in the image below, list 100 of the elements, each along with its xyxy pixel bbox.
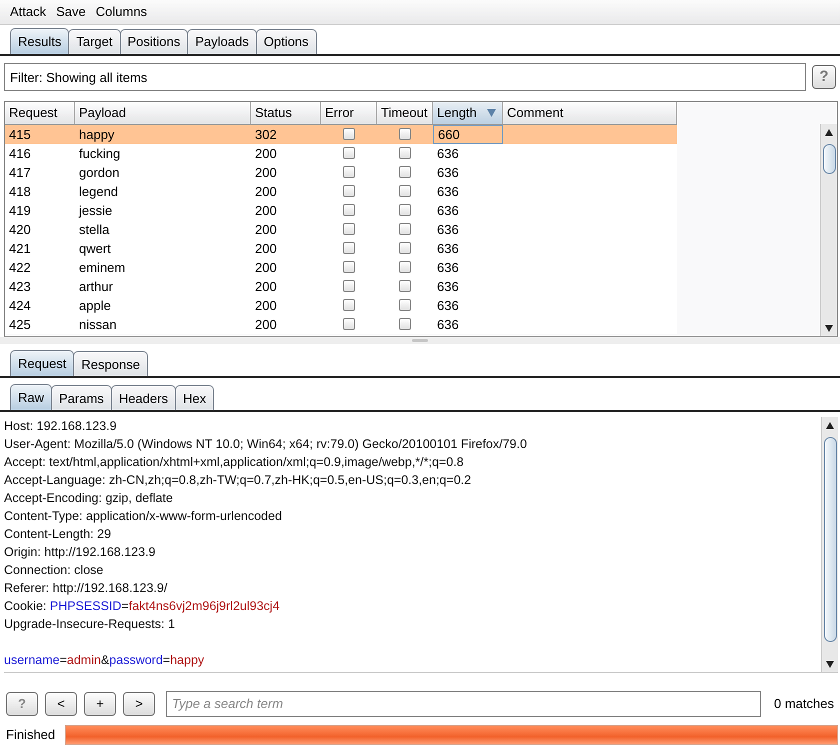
- checkbox[interactable]: [399, 166, 411, 178]
- tab[interactable]: Target: [68, 28, 120, 54]
- checkbox[interactable]: [399, 223, 411, 236]
- request-text: User-Agent: Mozilla/5.0 (Windows NT 10.0; Win64; x64; rv:79.0) Gecko/20100101 Firefox/79.0: [4, 437, 527, 452]
- table-row[interactable]: 422 eminem 200 636: [5, 258, 677, 277]
- toolbar-button[interactable]: >: [123, 692, 155, 716]
- table-cell-text: jessie: [78, 202, 114, 220]
- help-button[interactable]: ?: [812, 64, 836, 89]
- tab[interactable]: Payloads: [187, 28, 257, 54]
- table-cell-text: 200: [254, 240, 278, 258]
- checkbox[interactable]: [343, 147, 355, 160]
- table-cell-text: 418: [8, 182, 32, 201]
- scrollbar[interactable]: [821, 417, 838, 672]
- table-cell-text: 200: [254, 220, 278, 239]
- scroll-up-icon[interactable]: [825, 128, 833, 136]
- table-cell-text: fucking: [78, 144, 122, 163]
- parameter-value: happy: [170, 653, 204, 668]
- checkbox[interactable]: [399, 185, 411, 198]
- checkbox[interactable]: [343, 242, 355, 254]
- checkbox[interactable]: [399, 299, 411, 312]
- parameter-name: username: [4, 653, 60, 668]
- request-text: Content-Type: application/x-www-form-urlencoded: [4, 509, 282, 524]
- tab[interactable]: Results: [10, 28, 70, 54]
- table-row[interactable]: 420 stella 200 636: [5, 220, 677, 239]
- column-header[interactable]: Length: [433, 102, 503, 124]
- scroll-thumb[interactable]: [822, 144, 836, 174]
- tab[interactable]: Params: [51, 385, 112, 410]
- tab[interactable]: Raw: [10, 384, 52, 410]
- checkbox[interactable]: [343, 204, 355, 216]
- column-header[interactable]: Comment: [503, 102, 677, 124]
- request-text: =: [121, 599, 129, 614]
- search-field[interactable]: Type a search term: [166, 690, 762, 717]
- table-cell-text: 420: [8, 220, 32, 239]
- table-row[interactable]: 416 fucking 200 636: [5, 144, 677, 163]
- checkbox[interactable]: [343, 261, 355, 274]
- table-cell-text: happy: [78, 126, 116, 144]
- checkbox[interactable]: [343, 318, 355, 330]
- table-row[interactable]: 415 happy 302 660: [5, 124, 677, 144]
- table-cell-text: 200: [254, 164, 278, 182]
- toolbar-button[interactable]: <: [45, 692, 77, 716]
- menu-item[interactable]: Attack: [10, 4, 46, 20]
- match-count: 0 matches: [774, 696, 834, 712]
- table-row[interactable]: 425 nissan 200 636: [5, 314, 677, 334]
- tab[interactable]: Headers: [110, 385, 176, 410]
- table-row[interactable]: 418 legend 200 636: [5, 182, 677, 201]
- checkbox[interactable]: [343, 166, 355, 178]
- toolbar-button[interactable]: +: [84, 692, 116, 716]
- column-header[interactable]: Request: [5, 102, 75, 124]
- status-text: Finished: [6, 727, 56, 742]
- tab[interactable]: Response: [73, 351, 148, 376]
- table-cell-text: 200: [254, 182, 278, 201]
- table-cell-text: 302: [254, 126, 278, 144]
- checkbox[interactable]: [343, 223, 355, 236]
- scroll-thumb[interactable]: [824, 437, 836, 642]
- checkbox[interactable]: [399, 147, 411, 160]
- checkbox[interactable]: [343, 280, 355, 292]
- table-cell-text: 200: [254, 202, 278, 220]
- table-row[interactable]: 417 gordon 200 636: [5, 162, 677, 182]
- column-header[interactable]: Error: [321, 102, 377, 124]
- table-cell-text: 200: [254, 278, 278, 296]
- checkbox[interactable]: [399, 261, 411, 274]
- checkbox[interactable]: [399, 318, 411, 330]
- checkbox[interactable]: [399, 280, 411, 292]
- table-cell-text: 425: [8, 316, 32, 334]
- table-row[interactable]: 424 apple 200 636: [5, 296, 677, 315]
- parameter-name: PHPSESSID: [50, 599, 122, 614]
- table-cell-text: 200: [254, 316, 278, 334]
- scrollbar[interactable]: [820, 124, 837, 336]
- splitter-handle[interactable]: [412, 338, 428, 342]
- table-row[interactable]: 421 qwert 200 636: [5, 238, 677, 258]
- checkbox[interactable]: [399, 204, 411, 216]
- checkbox[interactable]: [343, 299, 355, 312]
- request-text: Accept-Encoding: gzip, deflate: [4, 491, 173, 506]
- table-cell-text: 419: [8, 202, 32, 220]
- menu-item[interactable]: Save: [56, 4, 86, 20]
- checkbox[interactable]: [343, 185, 355, 198]
- request-text: Accept-Language: zh-CN,zh;q=0.8,zh-TW;q=0.7,zh-HK;q=0.5,en-US;q=0.3,en;q=0.2: [4, 473, 472, 488]
- checkbox[interactable]: [399, 128, 411, 140]
- checkbox[interactable]: [399, 242, 411, 254]
- tab[interactable]: Options: [256, 28, 317, 54]
- table-cell-text: 417: [8, 164, 32, 182]
- table-cell-text: legend: [78, 182, 120, 201]
- table-cell-text: 636: [436, 258, 460, 277]
- table-row[interactable]: 419 jessie 200 636: [5, 200, 677, 220]
- menu-item[interactable]: Columns: [96, 4, 148, 20]
- checkbox[interactable]: [343, 128, 355, 140]
- tab[interactable]: Positions: [120, 28, 188, 54]
- column-header[interactable]: Payload: [75, 102, 251, 124]
- filter-bar[interactable]: Filter: Showing all items: [4, 62, 806, 91]
- request-text: Origin: http://192.168.123.9: [4, 545, 156, 560]
- tab[interactable]: Hex: [174, 385, 214, 410]
- tab[interactable]: Request: [10, 350, 74, 376]
- table-cell-text: 636: [436, 240, 460, 258]
- table-cell-text: nissan: [78, 316, 118, 334]
- column-header[interactable]: Status: [251, 102, 321, 124]
- table-cell-text: 415: [8, 126, 32, 144]
- table-row[interactable]: 423 arthur 200 636: [5, 276, 677, 296]
- scroll-down-icon[interactable]: [825, 324, 833, 332]
- scroll-up-icon[interactable]: [826, 422, 834, 430]
- scroll-down-icon[interactable]: [826, 660, 834, 668]
